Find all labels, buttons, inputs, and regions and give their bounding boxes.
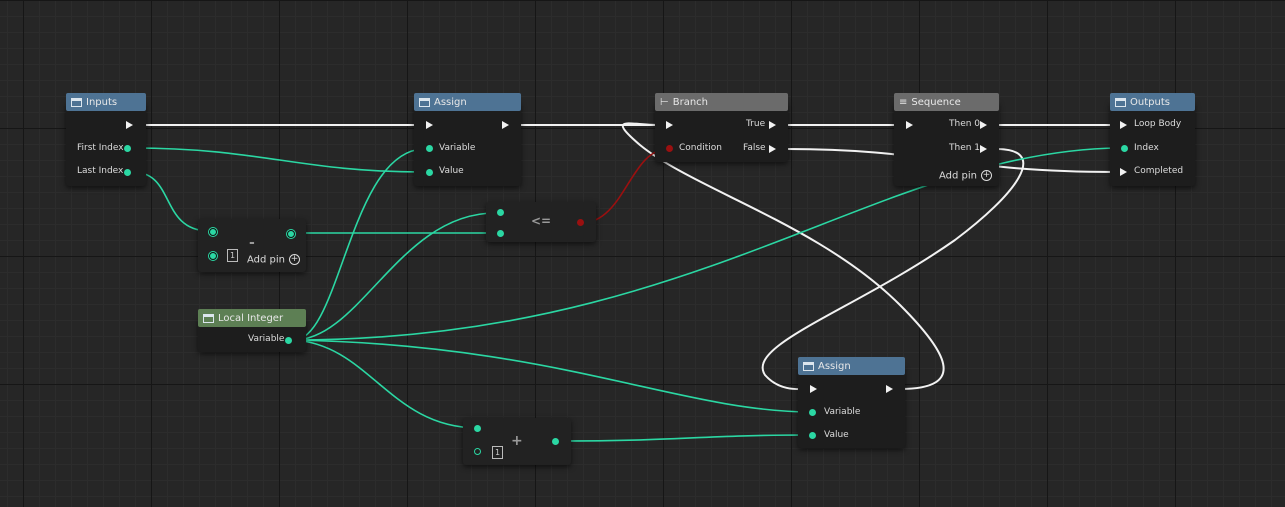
subtract-operator: - (249, 235, 255, 251)
wires-layer (132, 122, 1121, 442)
sequence-node[interactable]: ≡ Sequence Then 0 Then 1 Add pin + (894, 93, 999, 186)
assign-top-variable-label: Variable (439, 143, 476, 153)
compare-input-b-pin[interactable] (497, 230, 504, 237)
data-wire-local-to-assign-bottom-variable (293, 339, 813, 413)
assign-node-top-header[interactable]: Assign (414, 93, 521, 111)
local-integer-node-title: Local Integer (218, 312, 284, 324)
assign-top-value-label: Value (439, 166, 464, 176)
compare-node[interactable]: <= (486, 202, 596, 242)
compare-operator: <= (531, 214, 552, 228)
assign-node-bottom-title: Assign (818, 360, 851, 372)
assign-bottom-variable-label: Variable (824, 407, 861, 417)
branch-true-label: True (746, 119, 766, 129)
branch-false-pin[interactable] (769, 145, 776, 153)
outputs-completed-pin[interactable] (1120, 168, 1127, 176)
branch-node[interactable]: ⊢ Branch True Condition False (655, 93, 788, 162)
subtract-node[interactable]: 1 - Add pin + (198, 219, 306, 272)
outputs-index-label: Index (1134, 143, 1159, 153)
add-operator: + (511, 433, 523, 449)
sequence-exec-in-pin[interactable] (906, 121, 913, 129)
first-index-label: First Index (77, 143, 124, 153)
subtract-input-b-pin[interactable] (209, 252, 217, 260)
sequence-node-title: Sequence (911, 96, 961, 108)
data-wire-local-to-add (293, 339, 479, 429)
data-wire-firstindex-to-value (132, 147, 424, 173)
outputs-loop-body-label: Loop Body (1134, 119, 1182, 129)
assign-bottom-value-pin[interactable] (809, 432, 816, 439)
inputs-exec-out-pin[interactable] (126, 121, 133, 129)
subtract-add-pin-button[interactable]: Add pin + (247, 254, 301, 266)
branch-node-title: Branch (672, 96, 708, 108)
branch-icon: ⊢ (660, 96, 669, 108)
inputs-node[interactable]: Inputs First Index Last Index (66, 93, 146, 186)
sequence-add-pin-label: Add pin (939, 170, 978, 182)
local-integer-node[interactable]: Local Integer Variable (198, 309, 306, 352)
last-index-pin[interactable] (124, 169, 131, 176)
data-wire-add-to-value (559, 434, 813, 442)
branch-true-pin[interactable] (769, 121, 776, 129)
assign-top-exec-out-pin[interactable] (502, 121, 509, 129)
branch-condition-label: Condition (679, 143, 722, 153)
outputs-node-title: Outputs (1130, 96, 1170, 108)
add-constant-field[interactable]: 1 (492, 446, 503, 459)
outputs-completed-label: Completed (1134, 166, 1184, 176)
branch-node-header[interactable]: ⊢ Branch (655, 93, 788, 111)
assign-top-variable-pin[interactable] (426, 145, 433, 152)
local-integer-variable-pin[interactable] (285, 337, 292, 344)
subtract-constant-field[interactable]: 1 (227, 249, 238, 262)
inputs-node-title: Inputs (86, 96, 118, 108)
assign-node-bottom[interactable]: Assign Variable Value (798, 357, 905, 448)
assign-node-top-title: Assign (434, 96, 467, 108)
outputs-index-pin[interactable] (1121, 145, 1128, 152)
window-icon (203, 313, 214, 323)
sequence-then0-pin[interactable] (980, 121, 987, 129)
subtract-input-a-pin[interactable] (209, 228, 217, 236)
branch-condition-pin[interactable] (666, 145, 673, 152)
data-wire-local-to-compare (293, 212, 496, 341)
assign-bottom-variable-pin[interactable] (809, 409, 816, 416)
subtract-output-pin[interactable] (287, 230, 295, 238)
assign-top-exec-in-pin[interactable] (426, 121, 433, 129)
data-wire-local-to-assign-variable (293, 148, 424, 341)
window-icon (1115, 97, 1126, 107)
outputs-node[interactable]: Outputs Loop Body Index Completed (1110, 93, 1195, 186)
branch-false-label: False (743, 143, 766, 153)
assign-bottom-value-label: Value (824, 430, 849, 440)
add-input-a-pin[interactable] (474, 425, 481, 432)
sequence-then1-label: Then 1 (949, 143, 981, 153)
sequence-icon: ≡ (899, 96, 908, 108)
outputs-node-header[interactable]: Outputs (1110, 93, 1195, 111)
sequence-add-pin-button[interactable]: Add pin + (939, 170, 993, 182)
window-icon (419, 97, 430, 107)
add-input-b-pin[interactable] (474, 448, 481, 455)
assign-node-bottom-header[interactable]: Assign (798, 357, 905, 375)
branch-exec-in-pin[interactable] (666, 121, 673, 129)
local-integer-node-header[interactable]: Local Integer (198, 309, 306, 327)
subtract-add-pin-label: Add pin (247, 254, 286, 266)
window-icon (71, 97, 82, 107)
compare-input-a-pin[interactable] (497, 209, 504, 216)
last-index-label: Last Index (77, 166, 124, 176)
assign-top-value-pin[interactable] (426, 169, 433, 176)
add-node[interactable]: 1 + (463, 418, 571, 465)
sequence-node-header[interactable]: ≡ Sequence (894, 93, 999, 111)
add-output-pin[interactable] (552, 438, 559, 445)
assign-node-top[interactable]: Assign Variable Value (414, 93, 521, 186)
outputs-loop-body-pin[interactable] (1120, 121, 1127, 129)
window-icon (803, 361, 814, 371)
first-index-pin[interactable] (124, 145, 131, 152)
plus-circle-icon: + (981, 170, 993, 181)
compare-output-pin[interactable] (577, 219, 584, 226)
inputs-node-header[interactable]: Inputs (66, 93, 146, 111)
sequence-then1-pin[interactable] (980, 145, 987, 153)
local-integer-variable-label: Variable (248, 334, 285, 344)
sequence-then0-label: Then 0 (949, 119, 981, 129)
assign-bottom-exec-out-pin[interactable] (886, 385, 893, 393)
plus-circle-icon: + (289, 254, 301, 265)
assign-bottom-exec-in-pin[interactable] (810, 385, 817, 393)
